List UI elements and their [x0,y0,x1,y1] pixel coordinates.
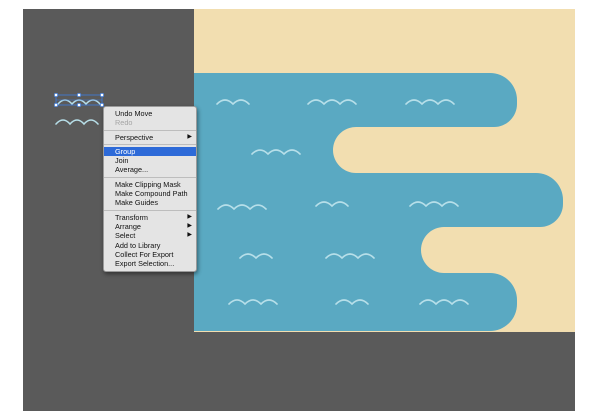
triangle-right-icon: ▶ [187,133,192,140]
triangle-right-icon: ▶ [187,232,192,239]
menu-item-collect-for-export[interactable]: Collect For Export [104,250,196,259]
menu-item-undo-move[interactable]: Undo Move [104,109,196,118]
selected-wave-icon[interactable] [54,93,104,107]
context-menu[interactable]: Undo Move Redo Perspective ▶ Group Join A… [103,106,197,273]
menu-separator [104,176,196,178]
menu-item-export-selection[interactable]: Export Selection... [104,259,196,268]
water-shape[interactable] [194,73,563,331]
menu-item-redo: Redo [115,118,133,128]
menu-item-add-to-library[interactable]: Add to Library [104,241,196,250]
triangle-right-icon: ▶ [187,213,192,220]
menu-item-select[interactable]: Select ▶ [104,231,196,240]
wave-icon[interactable] [55,119,99,126]
menu-separator [104,143,196,145]
menu-item-make-guides[interactable]: Make Guides [104,198,196,207]
menu-item-transform[interactable]: Transform ▶ [104,213,196,222]
menu-item-make-clipping-mask[interactable]: Make Clipping Mask [104,180,196,189]
menu-item-join[interactable]: Join [104,156,196,165]
menu-item-make-compound-path[interactable]: Make Compound Path [104,189,196,198]
menu-item-arrange[interactable]: Arrange ▶ [104,222,196,231]
artboard[interactable] [0,0,600,420]
menu-separator [104,209,196,211]
menu-item-group[interactable]: Group [104,146,196,157]
menu-item-average[interactable]: Average... [104,165,196,174]
menu-item-perspective[interactable]: Perspective ▶ [104,133,196,142]
menu-separator [104,129,196,131]
triangle-right-icon: ▶ [187,222,192,229]
